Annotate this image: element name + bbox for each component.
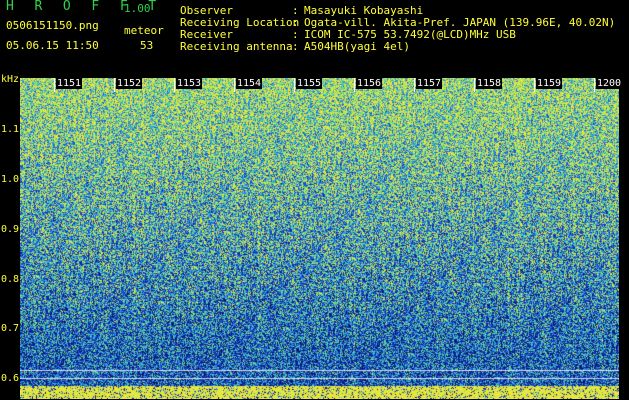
separator: : — [292, 40, 299, 53]
freq-tick-label: 1.1 — [1, 124, 20, 135]
freq-tick-label: 1.0 — [1, 174, 20, 185]
frequency-unit-label: kHz — [1, 74, 20, 85]
antenna-label: Receiving antenna — [180, 40, 293, 53]
version-label: 1.00 — [124, 2, 151, 15]
antenna-value: A504HB(yagi 4el) — [304, 40, 410, 53]
freq-tick-label: 0.6 — [1, 373, 20, 384]
datetime-label: 05.06.15 11:50 — [6, 39, 99, 52]
count-label: 53 — [140, 39, 154, 52]
freq-tick-label: 0.8 — [1, 274, 20, 285]
mode-label: meteor — [124, 24, 164, 37]
freq-tick-label: 0.7 — [1, 323, 20, 334]
filename-label: 0506151150.png — [6, 19, 99, 32]
spectrogram-image — [20, 78, 619, 399]
freq-tick-label: 0.9 — [1, 224, 20, 235]
